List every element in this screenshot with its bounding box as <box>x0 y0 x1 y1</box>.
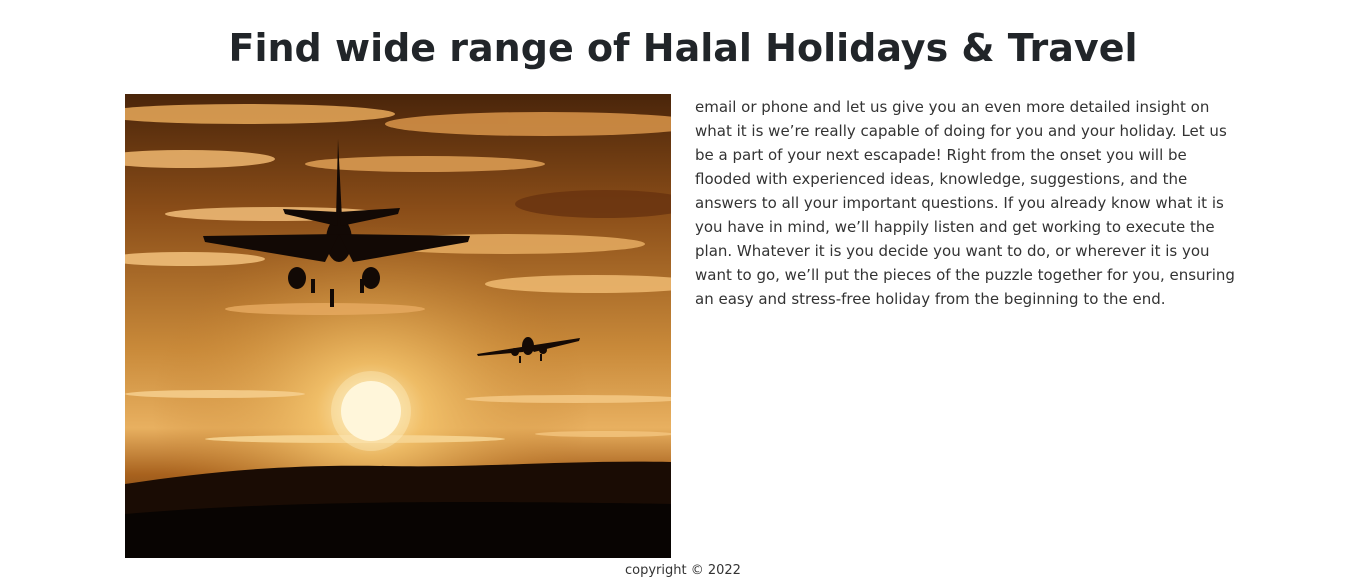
footer-copyright: copyright © 2022 <box>625 563 741 578</box>
hero-image <box>125 94 671 558</box>
content-row: email or phone and let us give you an ev… <box>125 94 1245 558</box>
page-title: Find wide range of Halal Holidays & Trav… <box>228 26 1138 70</box>
airplane-sunset-photo <box>125 94 671 558</box>
intro-paragraph: email or phone and let us give you an ev… <box>695 98 1235 308</box>
